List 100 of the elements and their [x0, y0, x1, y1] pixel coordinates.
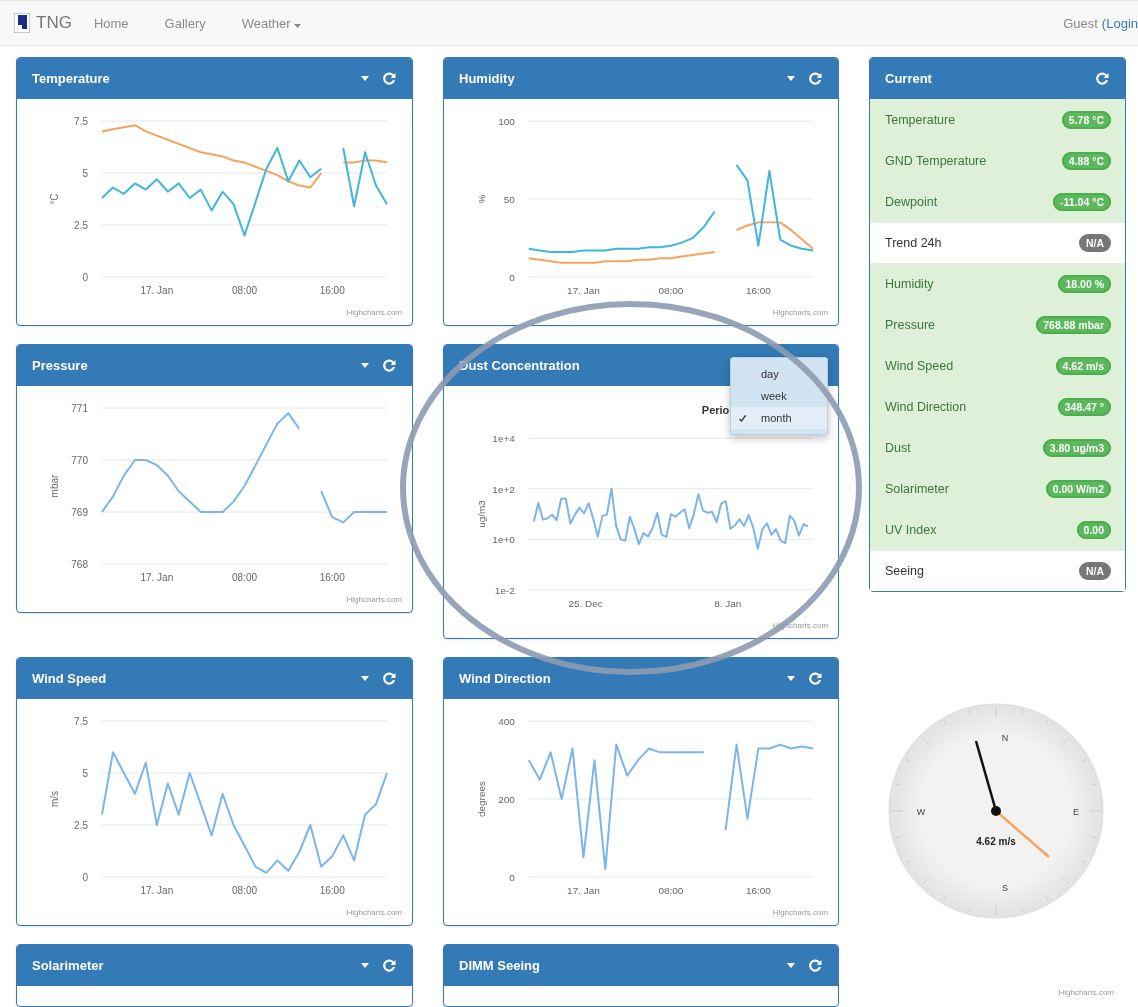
caret-icon [361, 363, 369, 368]
reading-badge: 0.00 [1076, 521, 1111, 539]
reading-badge: 4.62 m/s [1055, 357, 1111, 375]
compass-label: N [1001, 733, 1009, 743]
reading-badge: 4.88 °C [1061, 152, 1111, 170]
reading-label: Temperature [885, 113, 956, 127]
axis-label: 0 [82, 872, 88, 883]
reading-label: Dewpoint [885, 195, 938, 209]
refresh-icon [809, 959, 822, 972]
credit-text: Highcharts.com [772, 307, 829, 317]
gauge-value: 4.62 m/s [976, 836, 1016, 847]
axis-label: 2.5 [74, 820, 88, 831]
check-icon [739, 414, 746, 422]
axis-label: 400 [498, 716, 515, 728]
axis-label: 17. Jan [567, 884, 600, 896]
caret-icon [294, 23, 302, 28]
axis-title: degrees [475, 781, 487, 818]
axis-label: 0 [82, 272, 88, 283]
menu-item[interactable]: day [731, 363, 827, 385]
reading-label: Dust [885, 441, 911, 455]
period-label: Perio [701, 404, 730, 417]
axis-label: 17. Jan [567, 284, 600, 296]
refresh-icon [809, 72, 822, 85]
axis-label: 770 [71, 455, 88, 466]
axis-label: 7.5 [74, 716, 88, 727]
axis-label: 16:00 [319, 285, 345, 296]
axis-title: % [475, 194, 487, 204]
axis-label: 100 [498, 116, 515, 128]
credit-text: Highcharts.com [346, 595, 402, 604]
reading-label: UV Index [885, 523, 937, 537]
login-link[interactable]: (Login [1101, 15, 1138, 31]
caret-icon [787, 76, 795, 81]
user-name: Guest [1063, 15, 1098, 31]
panel-title: Humidity [459, 71, 516, 86]
reading-label: Wind Direction [885, 400, 967, 414]
reading-label: GND Temperature [885, 154, 987, 168]
axis-label: 17. Jan [140, 885, 174, 896]
reading-label: Solarimeter [885, 482, 949, 496]
compass-label: E [1073, 807, 1079, 817]
reading-label: Seeing [885, 564, 924, 578]
axis-label: 200 [498, 794, 515, 805]
compass-label: S [1002, 883, 1008, 893]
reading-badge: 768.88 mbar [1036, 316, 1111, 334]
axis-label: 17. Jan [140, 572, 174, 583]
logo-icon [14, 13, 30, 33]
panel-title: Current [885, 71, 933, 86]
reading-badge: 0.00 W/m2 [1045, 480, 1111, 498]
axis-title: ug/m3 [475, 500, 487, 528]
reading-badge: 3.80 ug/m3 [1042, 439, 1111, 457]
reading-badge: 348.47 ° [1057, 398, 1111, 416]
refresh-icon [1096, 72, 1109, 85]
axis-label: 1e+0 [492, 534, 515, 546]
panel-title: Wind Speed [32, 671, 108, 686]
reading-label: Wind Speed [885, 359, 954, 373]
panel-title: Dust Concentration [459, 358, 581, 373]
axis-label: 08:00 [658, 284, 684, 296]
panel-title: Solarimeter [32, 958, 105, 973]
caret-icon [361, 676, 369, 681]
reading-badge: N/A [1078, 562, 1111, 580]
caret-icon [787, 963, 795, 968]
panel-title: Pressure [32, 358, 89, 373]
axis-label: 1e-2 [494, 584, 515, 596]
credit-text: Highcharts.com [346, 908, 402, 917]
reading-label: Pressure [885, 318, 936, 332]
axis-label: 08:00 [232, 285, 257, 296]
refresh-icon [383, 672, 396, 685]
credit-text: Highcharts.com [772, 907, 829, 917]
menu-item[interactable]: month [731, 407, 827, 429]
axis-label: 771 [71, 403, 88, 414]
reading-label: Trend 24h [885, 236, 942, 250]
compass-label: W [916, 807, 926, 817]
nav-link[interactable]: Gallery [164, 15, 206, 31]
axis-label: 0 [509, 871, 515, 883]
caret-icon [787, 676, 795, 681]
refresh-icon [383, 72, 396, 85]
axis-label: 1e+2 [492, 483, 515, 495]
axis-label: 0 [509, 271, 515, 283]
reading-badge: 5.78 °C [1061, 111, 1111, 129]
panel-title: DIMM Seeing [459, 958, 541, 973]
brand-name[interactable]: TNG [36, 13, 72, 33]
nav-link[interactable]: Weather [241, 15, 302, 31]
refresh-icon [383, 359, 396, 372]
axis-title: mbar [49, 474, 60, 498]
axis-label: 16:00 [745, 884, 771, 896]
axis-label: 25. Dec [568, 597, 603, 609]
menu-item[interactable]: week [731, 385, 827, 407]
refresh-icon [809, 672, 822, 685]
panel-title: Temperature [32, 71, 111, 86]
axis-label: 08:00 [232, 572, 257, 583]
axis-label: 08:00 [658, 884, 684, 896]
axis-label: 16:00 [319, 572, 345, 583]
credit-text: Highcharts.com [1058, 988, 1114, 997]
axis-label: 17. Jan [140, 285, 174, 296]
axis-label: 2.5 [74, 220, 88, 231]
axis-label: 50 [503, 194, 515, 205]
reading-badge: -11.04 °C [1053, 193, 1111, 211]
axis-label: 5 [82, 168, 88, 179]
axis-label: 768 [71, 559, 88, 570]
nav-link[interactable]: Home [93, 15, 129, 31]
reading-label: Humidity [885, 277, 934, 291]
